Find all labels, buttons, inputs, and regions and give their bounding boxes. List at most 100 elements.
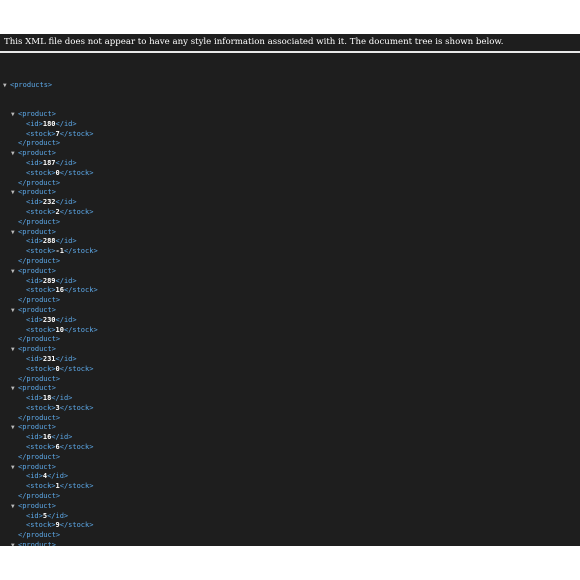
stock-close-tag: </stock>: [59, 521, 94, 530]
stock-close-tag: </stock>: [63, 286, 98, 295]
id-close-tag: </id>: [55, 237, 77, 246]
product-id-value: 180: [42, 119, 56, 128]
xml-document-tree: ▼ <products> ▼ <product> <id>180</id> <stock…: [3, 61, 98, 546]
id-close-tag: </id>: [51, 433, 73, 442]
product-close-line: </product>: [3, 335, 98, 345]
product-id-value: 288: [42, 237, 56, 246]
product-stock-line: <stock>0</stock>: [3, 169, 98, 179]
product-close-line: </product>: [3, 296, 98, 306]
product-node: ▼ <product> <id>232</id> <stock>2</stock> </…: [3, 188, 98, 227]
product-open-line[interactable]: ▼ <product>: [3, 188, 98, 198]
product-open-line[interactable]: ▼ <product>: [3, 384, 98, 394]
collapse-triangle-icon[interactable]: ▼: [11, 149, 18, 159]
product-open-line[interactable]: ▼ <product>: [3, 541, 98, 546]
product-close-tag: </product>: [18, 217, 61, 226]
product-open-line[interactable]: ▼ <product>: [3, 267, 98, 277]
products-open-tag: <products>: [10, 80, 53, 89]
product-open-line[interactable]: ▼ <product>: [3, 502, 98, 512]
stock-open-tag: <stock>: [26, 325, 56, 334]
stock-close-tag: </stock>: [59, 443, 94, 452]
id-close-tag: </id>: [47, 472, 69, 481]
product-stock-line: <stock>7</stock>: [3, 130, 98, 140]
product-id-line: <id>5</id>: [3, 512, 98, 522]
collapse-triangle-icon[interactable]: ▼: [11, 463, 18, 473]
product-list: ▼ <product> <id>180</id> <stock>7</stock> </…: [3, 110, 98, 546]
product-node: ▼ <product> <id>288</id> <stock>-1</stock> <…: [3, 228, 98, 267]
product-close-line: </product>: [3, 492, 98, 502]
product-open-line[interactable]: ▼ <product>: [3, 463, 98, 473]
product-close-line: </product>: [3, 179, 98, 189]
stock-close-tag: </stock>: [59, 129, 94, 138]
stock-open-tag: <stock>: [26, 403, 56, 412]
product-open-line[interactable]: ▼ <product>: [3, 149, 98, 159]
id-close-tag: </id>: [55, 276, 77, 285]
product-close-line: </product>: [3, 414, 98, 424]
collapse-triangle-icon[interactable]: ▼: [11, 345, 18, 355]
product-id-line: <id>231</id>: [3, 355, 98, 365]
product-close-tag: </product>: [18, 178, 61, 187]
id-close-tag: </id>: [55, 119, 77, 128]
id-close-tag: </id>: [51, 394, 73, 403]
products-open-line[interactable]: ▼ <products>: [3, 81, 98, 91]
collapse-triangle-icon[interactable]: ▼: [11, 541, 18, 546]
product-open-line[interactable]: ▼ <product>: [3, 228, 98, 238]
product-open-tag: <product>: [18, 266, 56, 275]
stock-open-tag: <stock>: [26, 482, 56, 491]
product-open-tag: <product>: [18, 227, 56, 236]
collapse-triangle-icon[interactable]: ▼: [3, 81, 10, 91]
product-open-tag: <product>: [18, 501, 56, 510]
product-stock-line: <stock>9</stock>: [3, 521, 98, 531]
product-close-line: </product>: [3, 531, 98, 541]
product-id-line: <id>232</id>: [3, 198, 98, 208]
product-stock-line: <stock>6</stock>: [3, 443, 98, 453]
product-open-line[interactable]: ▼ <product>: [3, 345, 98, 355]
collapse-triangle-icon[interactable]: ▼: [11, 228, 18, 238]
product-stock-line: <stock>1</stock>: [3, 482, 98, 492]
collapse-triangle-icon[interactable]: ▼: [11, 423, 18, 433]
product-open-tag: <product>: [18, 109, 56, 118]
collapse-triangle-icon[interactable]: ▼: [11, 110, 18, 120]
product-open-line[interactable]: ▼ <product>: [3, 423, 98, 433]
id-close-tag: </id>: [55, 158, 77, 167]
xml-viewer: This XML file does not appear to have an…: [0, 34, 580, 546]
product-id-value: 232: [42, 198, 56, 207]
collapse-triangle-icon[interactable]: ▼: [11, 384, 18, 394]
id-open-tag: <id>: [26, 119, 43, 128]
product-id-line: <id>16</id>: [3, 433, 98, 443]
product-close-tag: </product>: [18, 256, 61, 265]
product-open-line[interactable]: ▼ <product>: [3, 306, 98, 316]
product-close-line: </product>: [3, 375, 98, 385]
id-open-tag: <id>: [26, 237, 43, 246]
product-close-tag: </product>: [18, 452, 61, 461]
product-open-tag: <product>: [18, 305, 56, 314]
collapse-triangle-icon[interactable]: ▼: [11, 306, 18, 316]
product-node: ▼ <product> <id>18</id> <stock>3</stock> </p…: [3, 384, 98, 423]
product-id-line: <id>187</id>: [3, 159, 98, 169]
product-open-tag: <product>: [18, 423, 56, 432]
product-node: ▼ <product> <id>289</id> <stock>16</stock> <…: [3, 267, 98, 306]
product-open-line[interactable]: ▼ <product>: [3, 110, 98, 120]
stock-close-tag: </stock>: [59, 364, 94, 373]
product-close-line: </product>: [3, 257, 98, 267]
product-id-value: 230: [42, 315, 56, 324]
id-open-tag: <id>: [26, 198, 43, 207]
stock-open-tag: <stock>: [26, 286, 56, 295]
collapse-triangle-icon[interactable]: ▼: [11, 188, 18, 198]
product-node: ▼ <product> <id>4</id> <stock>1</stock> </pr…: [3, 463, 98, 502]
product-open-tag: <product>: [18, 149, 56, 158]
product-id-line: <id>288</id>: [3, 237, 98, 247]
product-open-tag: <product>: [18, 188, 56, 197]
id-open-tag: <id>: [26, 315, 43, 324]
product-id-line: <id>230</id>: [3, 316, 98, 326]
stock-open-tag: <stock>: [26, 364, 56, 373]
product-id-line: <id>18</id>: [3, 394, 98, 404]
collapse-triangle-icon[interactable]: ▼: [11, 267, 18, 277]
collapse-triangle-icon[interactable]: ▼: [11, 502, 18, 512]
product-stock-line: <stock>10</stock>: [3, 326, 98, 336]
product-close-line: </product>: [3, 453, 98, 463]
product-close-tag: </product>: [18, 296, 61, 305]
product-node: ▼ <product> <id>187</id> <stock>0</stock> </…: [3, 149, 98, 188]
xml-info-message: This XML file does not appear to have an…: [4, 37, 504, 47]
product-node: ▼ <product> <id>16</id> <stock>6</stock> </p…: [3, 423, 98, 462]
product-close-tag: </product>: [18, 139, 61, 148]
